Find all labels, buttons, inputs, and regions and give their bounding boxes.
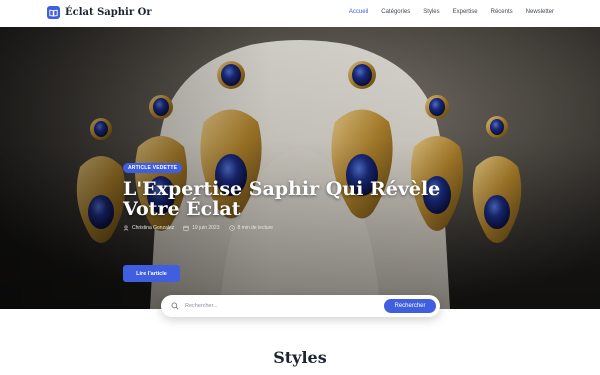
clock-icon [228,225,235,231]
read-time-meta: 8 min de lecture [228,225,274,231]
nav-item-recents[interactable]: Récents [491,9,513,15]
author-name: Christina Gonzalez [132,225,175,231]
brand-title: Éclat Saphir Or [65,7,152,18]
article-title[interactable]: L'Expertise Saphir Qui Révèle Votre Écla… [123,179,503,219]
author-meta: Christina Gonzalez [123,225,174,231]
section-title-styles: Styles [273,348,327,367]
user-icon [123,225,129,231]
main-nav: Accueil Catégories Styles Expertise Réce… [349,9,554,15]
calendar-icon [183,225,189,231]
read-time: 8 min de lecture [237,225,274,231]
publish-date: 19 juin 2023 [192,225,220,231]
book-icon [47,6,60,19]
featured-badge: ARTICLE VEDETTE [123,163,183,173]
nav-item-accueil[interactable]: Accueil [349,9,368,15]
nav-item-categories[interactable]: Catégories [381,9,410,15]
nav-item-newsletter[interactable]: Newsletter [526,9,554,15]
date-meta: 19 juin 2023 [183,225,220,231]
search-icon [171,302,179,310]
search-bar: Rechercher [161,295,440,317]
nav-item-expertise[interactable]: Expertise [453,9,478,15]
site-header: Éclat Saphir Or Accueil Catégories Style… [0,0,600,27]
search-button[interactable]: Rechercher [384,299,436,313]
search-input[interactable] [185,300,375,312]
brand-logo[interactable]: Éclat Saphir Or [47,6,152,19]
read-article-button[interactable]: Lire l'article [123,265,180,282]
nav-item-styles[interactable]: Styles [423,9,439,15]
article-meta: Christina Gonzalez 19 juin 2023 8 min de… [123,225,503,231]
featured-article: ARTICLE VEDETTE L'Expertise Saphir Qui R… [123,156,503,231]
